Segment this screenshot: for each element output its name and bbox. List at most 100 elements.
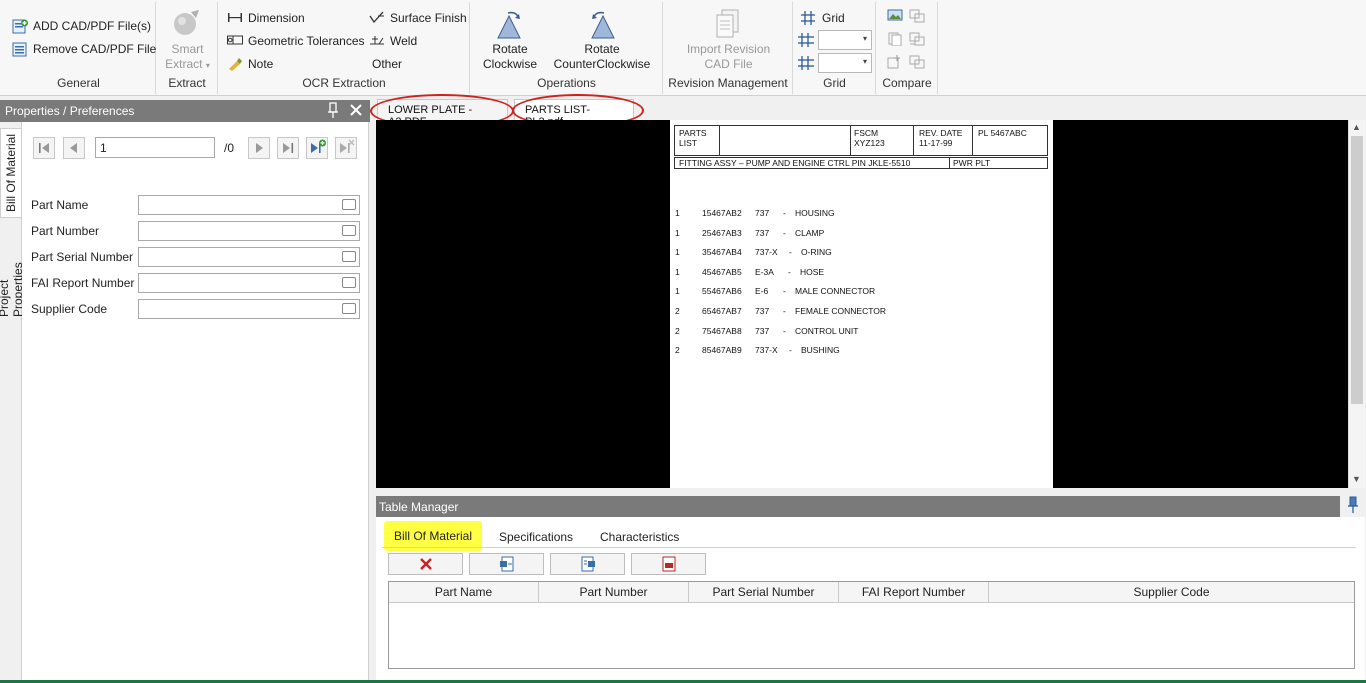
doc-hdr-list: LIST xyxy=(679,138,697,148)
smart-extract-button[interactable]: Smart Extract ▾ xyxy=(157,42,218,73)
last-page-button[interactable] xyxy=(277,137,299,159)
grid-toggle-button[interactable]: Grid xyxy=(801,11,845,25)
delete-page-button[interactable] xyxy=(335,137,357,159)
row-code: 737 xyxy=(755,325,770,336)
camera-icon[interactable] xyxy=(342,277,356,288)
scroll-up-icon[interactable]: ▲ xyxy=(1352,122,1361,132)
compare-overlay-icon[interactable] xyxy=(909,9,925,26)
other-button[interactable]: Other xyxy=(372,57,402,71)
compare-add-icon[interactable] xyxy=(887,55,903,72)
column-header-part-serial-number[interactable]: Part Serial Number xyxy=(689,582,839,603)
compare-diff-icon[interactable] xyxy=(909,32,925,49)
row-dash: - xyxy=(789,345,792,356)
scroll-down-icon[interactable]: ▼ xyxy=(1352,474,1361,484)
rotate-clockwise-button[interactable]: Rotate Clockwise xyxy=(476,42,544,72)
fai-report-number-input[interactable] xyxy=(138,273,360,293)
rotate-cw-label-1: Rotate xyxy=(492,42,528,56)
group-label-compare: Compare xyxy=(882,76,932,90)
row-qty: 1 xyxy=(675,286,680,297)
row-code: 737 xyxy=(755,208,770,218)
part-serial-number-input[interactable] xyxy=(138,247,360,267)
import-revision-button[interactable]: Import Revision CAD File xyxy=(664,42,793,72)
doc-tab-lower-plate[interactable]: LOWER PLATE - A2.PDF xyxy=(377,99,508,128)
rotate-clockwise-icon xyxy=(494,10,526,43)
smart-extract-icon xyxy=(171,8,203,43)
doc-cell-pl: PL 5467ABC xyxy=(972,125,1048,156)
camera-icon[interactable] xyxy=(342,251,356,262)
column-header-part-name[interactable]: Part Name xyxy=(389,582,539,603)
dimension-button[interactable]: Dimension xyxy=(227,11,305,25)
export-table-button[interactable] xyxy=(550,553,625,575)
next-page-button[interactable] xyxy=(248,137,270,159)
rotate-cw-label-2: Clockwise xyxy=(482,57,537,71)
compare-merge-icon[interactable] xyxy=(909,55,925,72)
row-dash: - xyxy=(788,266,791,277)
compare-copy-icon[interactable] xyxy=(887,32,903,49)
row-qty: 2 xyxy=(675,325,680,336)
column-header-fai-report-number[interactable]: FAI Report Number xyxy=(839,582,989,603)
row-description: MALE CONNECTOR xyxy=(795,286,876,297)
part-number-input[interactable] xyxy=(138,221,360,241)
vtab-project-properties[interactable]: Project Properties xyxy=(0,222,25,317)
import-table-button[interactable] xyxy=(469,553,544,575)
grid-rows-select[interactable]: ▾ xyxy=(818,30,872,50)
pin-icon[interactable] xyxy=(1345,496,1361,517)
note-label: Note xyxy=(248,57,274,71)
parts-list-row: 1 15467AB2 737 - HOUSING xyxy=(670,208,1050,220)
note-button[interactable]: Note xyxy=(227,57,273,71)
surface-finish-button[interactable]: Surface Finish xyxy=(369,11,467,25)
vtab-bill-of-material[interactable]: Bill Of Material xyxy=(0,128,22,218)
ribbon-group-general: ADD CAD/PDF File(s) Remove CAD/PDF File … xyxy=(2,2,156,94)
export-pdf-button[interactable] xyxy=(631,553,706,575)
row-qty: 1 xyxy=(675,208,680,218)
delete-row-button[interactable] xyxy=(388,553,463,575)
prev-page-button[interactable] xyxy=(63,137,85,159)
close-icon[interactable] xyxy=(349,103,363,120)
camera-icon[interactable] xyxy=(342,199,356,210)
tm-tab-characteristics[interactable]: Characteristics xyxy=(600,530,679,544)
remove-file-button[interactable]: Remove CAD/PDF File xyxy=(12,42,156,57)
ribbon-group-compare: Compare xyxy=(877,2,938,94)
tm-tab-specifications[interactable]: Specifications xyxy=(499,530,573,544)
row-part-number: 45467AB5 xyxy=(702,266,742,277)
doc-sub-right: PWR PLT xyxy=(953,158,991,168)
rotate-counterclockwise-button[interactable]: Rotate CounterClockwise xyxy=(551,42,653,72)
row-description: FEMALE CONNECTOR xyxy=(795,306,886,316)
weld-icon xyxy=(369,34,385,48)
row-code: 737 xyxy=(755,306,770,316)
column-header-part-number[interactable]: Part Number xyxy=(539,582,689,603)
pin-icon[interactable] xyxy=(325,102,341,122)
parts-list-row: 1 55467AB6 E-6 - MALE CONNECTOR xyxy=(670,286,1050,298)
add-page-button[interactable] xyxy=(306,137,328,159)
camera-icon[interactable] xyxy=(342,225,356,236)
page-number-input[interactable]: 1 xyxy=(95,137,215,158)
camera-icon[interactable] xyxy=(342,303,356,314)
table-manager-pin[interactable] xyxy=(1341,494,1365,516)
column-header-supplier-code[interactable]: Supplier Code xyxy=(989,582,1354,603)
weld-button[interactable]: Weld xyxy=(369,34,417,48)
surface-finish-icon xyxy=(369,11,385,25)
part-name-input[interactable] xyxy=(138,195,360,215)
compare-image-icon[interactable] xyxy=(887,9,903,26)
scroll-thumb[interactable] xyxy=(1351,136,1363,404)
parts-list-row: 1 25467AB3 737 - CLAMP xyxy=(670,228,1050,240)
add-files-button[interactable]: ADD CAD/PDF File(s) xyxy=(12,19,151,34)
viewer-scrollbar[interactable]: ▲ ▼ xyxy=(1348,120,1365,488)
pdf-icon xyxy=(662,556,675,572)
row-qty: 1 xyxy=(675,227,680,238)
first-page-button[interactable] xyxy=(33,137,55,159)
group-label-revision: Revision Management xyxy=(668,76,788,90)
geometric-tolerances-button[interactable]: Geometric Tolerances xyxy=(227,34,365,48)
smart-extract-label-2: Extract ▾ xyxy=(157,57,218,73)
group-label-general: General xyxy=(57,76,100,90)
export-table-icon xyxy=(581,556,595,572)
row-description: HOUSING xyxy=(795,208,835,218)
document-viewer[interactable]: PARTS LIST FSCM XYZ123 REV. DATE 11-17-9… xyxy=(376,120,1348,488)
ribbon-group-grid: Grid ▾ ▾ Grid xyxy=(794,2,876,94)
supplier-code-input[interactable] xyxy=(138,299,360,319)
doc-tab-parts-list[interactable]: PARTS LIST-PL2.pdf xyxy=(514,99,634,128)
row-qty: 2 xyxy=(675,345,680,356)
grid-cols-select[interactable]: ▾ xyxy=(818,53,872,73)
doc-cell-sub-right: PWR PLT xyxy=(949,157,1048,169)
row-part-number: 75467AB8 xyxy=(702,325,742,336)
